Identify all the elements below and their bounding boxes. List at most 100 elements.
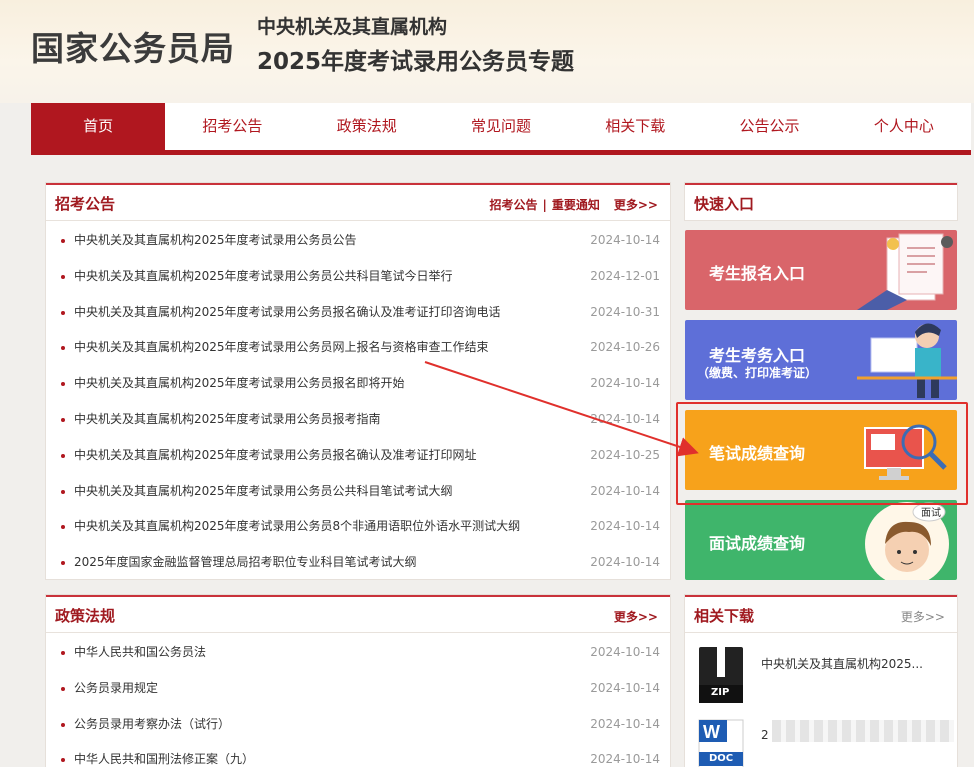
list-item[interactable]: 中央机关及其直属机构2025年度考试录用公务员报考指南 2024-10-14	[46, 402, 670, 438]
nav-downloads[interactable]: 相关下载	[568, 103, 702, 150]
item-date: 2024-10-25	[590, 447, 660, 462]
policy-panel-title: 政策法规	[55, 607, 116, 625]
item-date: 2024-10-14	[590, 716, 660, 731]
item-title: 中央机关及其直属机构2025年度考试录用公务员8个非通用语职位外语水平测试大纲	[74, 519, 521, 534]
interview-avatar-icon	[865, 502, 949, 580]
item-title: 中央机关及其直属机构2025年度考试录用公务员网上报名与资格审查工作结束	[74, 340, 489, 355]
list-item[interactable]: 公务员录用规定 2024-10-14	[46, 671, 670, 707]
interview-score-query-card[interactable]: 面试成绩查询 面试	[685, 500, 957, 580]
downloads-panel-links: 更多>>	[901, 608, 945, 625]
item-date: 2024-10-14	[590, 411, 660, 426]
list-item[interactable]: 中央机关及其直属机构2025年度考试录用公务员公共科目笔试考试大纲 2024-10…	[46, 474, 670, 510]
item-title: 中央机关及其直属机构2025年度考试录用公务员公共科目笔试今日举行	[74, 268, 453, 283]
item-title: 公务员录用考察办法（试行）	[74, 716, 231, 731]
list-item[interactable]: 中央机关及其直属机构2025年度考试录用公务员公告 2024-10-14	[46, 223, 670, 259]
download-item[interactable]: ZIP 中央机关及其直属机构2025...	[697, 645, 957, 705]
downloads-panel-title: 相关下载	[694, 607, 755, 625]
list-item[interactable]: 中华人民共和国公务员法 2024-10-14	[46, 635, 670, 671]
recruit-panel-links: 招考公告 | 重要通知 更多>>	[489, 196, 658, 213]
bullet-icon	[61, 453, 65, 458]
main-nav: 首页 招考公告 政策法规 常见问题 相关下载 公告公示 个人中心	[31, 103, 971, 155]
quick-entry-panel: 快速入口	[685, 183, 957, 220]
bullet-icon	[61, 651, 65, 655]
recruit-panel-header: 招考公告 招考公告 | 重要通知 更多>>	[46, 185, 670, 221]
item-date: 2024-10-14	[590, 555, 660, 570]
header-title: 2025年度考试录用公务员专题	[257, 49, 575, 75]
item-title: 中华人民共和国刑法修正案（九）	[74, 752, 255, 767]
bullet-icon	[61, 489, 65, 494]
item-title: 中央机关及其直属机构2025年度考试录用公务员报名即将开始	[74, 376, 405, 391]
registration-entry-card[interactable]: 考生报名入口	[685, 230, 957, 310]
item-title: 中央机关及其直属机构2025年度考试录用公务员公告	[74, 233, 357, 247]
card-sublabel: （缴费、打印准考证）	[697, 366, 818, 380]
nav-faq[interactable]: 常见问题	[434, 103, 568, 150]
site-header: 国家公务员局 中央机关及其直属机构 2025年度考试录用公务员专题	[0, 0, 974, 103]
bullet-icon	[61, 239, 65, 243]
item-title: 公务员录用规定	[74, 680, 159, 695]
site-logo-text[interactable]: 国家公务员局	[31, 22, 235, 70]
item-title: 中央机关及其直属机构2025年度考试录用公务员报名确认及准考证打印咨询电话	[74, 304, 501, 319]
list-item[interactable]: 中央机关及其直属机构2025年度考试录用公务员网上报名与资格审查工作结束 2024…	[46, 330, 670, 366]
highlight-annotation-box	[676, 402, 968, 505]
recruit-list: 中央机关及其直属机构2025年度考试录用公务员公告 2024-10-14 中央机关…	[46, 221, 670, 581]
nav-recruit[interactable]: 招考公告	[165, 103, 299, 150]
recruit-panel: 招考公告 招考公告 | 重要通知 更多>> 中央机关及其直属机构2025年度考试录用公…	[46, 183, 670, 579]
list-item[interactable]: 中央机关及其直属机构2025年度考试录用公务员8个非通用语职位外语水平测试大纲 2…	[46, 509, 670, 545]
downloads-panel-header: 相关下载 更多>>	[685, 597, 957, 633]
policy-more-link[interactable]: 更多>>	[614, 610, 658, 624]
notice-link[interactable]: 重要通知	[552, 198, 600, 212]
item-date: 2024-10-31	[590, 304, 660, 319]
policy-panel: 政策法规 更多>> 中华人民共和国公务员法 2024-10-14 公务员录用规定 2…	[46, 595, 670, 767]
bullet-icon	[61, 417, 65, 422]
item-title: 中华人民共和国公务员法	[74, 645, 207, 659]
item-title: 2025年度国家金融监督管理总局招考职位专业科目笔试考试大纲	[74, 555, 417, 570]
list-item[interactable]: 公务员录用考察办法（试行） 2024-10-14	[46, 707, 670, 743]
exam-affairs-illustration-icon	[857, 323, 957, 398]
quick-panel-header: 快速入口	[685, 185, 957, 221]
exam-affairs-entry-card[interactable]: 考生考务入口 （缴费、打印准考证）	[685, 320, 957, 400]
nav-announcements[interactable]: 公告公示	[702, 103, 836, 150]
recruit-link[interactable]: 招考公告	[489, 198, 537, 212]
item-date: 2024-10-14	[590, 680, 660, 695]
item-date: 2024-10-26	[590, 340, 660, 355]
card-label: 面试成绩查询	[709, 534, 806, 553]
item-date: 2024-10-14	[590, 233, 660, 247]
policy-list: 中华人民共和国公务员法 2024-10-14 公务员录用规定 2024-10-14 …	[46, 633, 670, 767]
svg-text:W: W	[703, 722, 720, 742]
card-label: 考生考务入口	[709, 346, 806, 365]
item-title: 中央机关及其直属机构2025年度考试录用公务员公共科目笔试考试大纲	[74, 483, 453, 498]
list-item[interactable]: 2025年度国家金融监督管理总局招考职位专业科目笔试考试大纲 2024-10-14	[46, 545, 670, 581]
quick-panel-title: 快速入口	[694, 195, 755, 213]
downloads-more-link[interactable]: 更多>>	[901, 610, 945, 624]
link-separator: |	[542, 198, 547, 212]
recruit-panel-title: 招考公告	[55, 195, 116, 213]
recruit-more-link[interactable]: 更多>>	[614, 198, 658, 212]
bullet-icon	[61, 274, 65, 279]
doc-label: DOC	[709, 753, 734, 764]
bullet-icon	[61, 310, 65, 315]
nav-personal-center[interactable]: 个人中心	[837, 103, 971, 150]
list-item[interactable]: 中央机关及其直属机构2025年度考试录用公务员报名确认及准考证打印咨询电话 202…	[46, 295, 670, 331]
list-item[interactable]: 中华人民共和国刑法修正案（九） 2024-10-14	[46, 742, 670, 767]
download-title: 2	[761, 728, 769, 742]
nav-home[interactable]: 首页	[31, 103, 166, 150]
registration-illustration-icon	[857, 233, 953, 310]
list-item[interactable]: 中央机关及其直属机构2025年度考试录用公务员报名确认及准考证打印网址 2024-…	[46, 438, 670, 474]
item-title: 中央机关及其直属机构2025年度考试录用公务员报考指南	[74, 411, 381, 426]
bullet-icon	[61, 525, 65, 530]
bullet-icon	[61, 382, 65, 387]
item-title: 中央机关及其直属机构2025年度考试录用公务员报名确认及准考证打印网址	[74, 447, 477, 462]
bullet-icon	[61, 346, 65, 351]
item-date: 2024-10-14	[590, 483, 660, 498]
nav-policy[interactable]: 政策法规	[300, 103, 434, 150]
item-date: 2024-10-14	[590, 376, 660, 391]
bullet-icon	[61, 722, 65, 727]
list-item[interactable]: 中央机关及其直属机构2025年度考试录用公务员报名即将开始 2024-10-14	[46, 366, 670, 402]
item-date: 2024-10-14	[590, 645, 660, 659]
card-label: 考生报名入口	[709, 264, 806, 283]
download-title: 中央机关及其直属机构2025...	[761, 657, 923, 671]
interview-badge: 面试	[921, 508, 941, 519]
bullet-icon	[61, 561, 65, 566]
list-item[interactable]: 中央机关及其直属机构2025年度考试录用公务员公共科目笔试今日举行 2024-12…	[46, 259, 670, 295]
item-date: 2024-10-14	[590, 519, 660, 534]
